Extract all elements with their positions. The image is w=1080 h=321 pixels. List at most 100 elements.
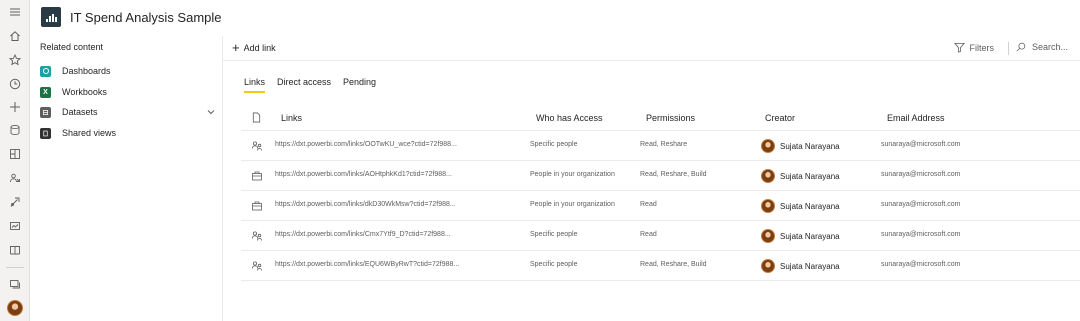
excel-workbook-icon: X xyxy=(40,86,51,98)
left-nav-rail xyxy=(0,0,30,321)
table-row[interactable]: https://dxt.powerbi.com/links/dkD30WkMsw… xyxy=(241,191,1080,221)
who-has-access: People in your organization xyxy=(530,171,615,178)
favorites-icon[interactable] xyxy=(5,50,25,70)
search-icon xyxy=(1016,42,1026,52)
table-row[interactable]: https://dxt.powerbi.com/links/EQU6WByRwT… xyxy=(241,251,1080,281)
tab-links[interactable]: Links xyxy=(244,77,266,93)
deployment-icon[interactable] xyxy=(5,192,25,212)
shared-view-icon xyxy=(40,127,51,139)
email-address: sunaraya@microsoft.com xyxy=(881,171,961,178)
avatar xyxy=(761,199,775,213)
people-link-icon xyxy=(251,260,263,272)
filters-label: Filters xyxy=(969,42,995,53)
column-header-creator[interactable]: Creator xyxy=(765,113,795,123)
avatar xyxy=(761,229,775,243)
who-has-access: Specific people xyxy=(530,141,578,148)
learn-icon[interactable] xyxy=(5,240,25,260)
shared-icon[interactable] xyxy=(5,168,25,188)
search-placeholder: Search... xyxy=(1031,42,1068,52)
creator: Sujata Narayana xyxy=(761,229,840,243)
related-item-label: Workbooks xyxy=(62,87,107,97)
link-url[interactable]: https://dxt.powerbi.com/links/dkD30WkMsw… xyxy=(275,201,456,208)
email-address: sunaraya@microsoft.com xyxy=(881,231,961,238)
who-has-access: Specific people xyxy=(530,231,578,238)
email-address: sunaraya@microsoft.com xyxy=(881,201,961,208)
permissions: Read, Reshare xyxy=(640,141,688,148)
rail-divider xyxy=(6,267,24,268)
metrics-icon[interactable] xyxy=(5,216,25,236)
column-header-permissions[interactable]: Permissions xyxy=(646,113,695,123)
creator-name: Sujata Narayana xyxy=(780,171,840,181)
creator: Sujata Narayana xyxy=(761,139,840,153)
column-header-links[interactable]: Links xyxy=(281,113,302,123)
link-url[interactable]: https://dxt.powerbi.com/links/Cmx7Ytf9_D… xyxy=(275,231,451,238)
filters-button[interactable]: Filters xyxy=(953,42,995,53)
home-icon[interactable] xyxy=(5,26,25,46)
creator-name: Sujata Narayana xyxy=(780,261,840,271)
add-link-button[interactable]: + Add link xyxy=(232,40,276,55)
avatar xyxy=(761,169,775,183)
creator-name: Sujata Narayana xyxy=(780,141,840,151)
hamburger-icon[interactable] xyxy=(5,2,25,22)
table-header: Links Who has Access Permissions Creator… xyxy=(241,104,1080,131)
filter-icon xyxy=(953,42,965,53)
plus-icon: + xyxy=(232,40,240,55)
creator: Sujata Narayana xyxy=(761,169,840,183)
column-header-who-has-access[interactable]: Who has Access xyxy=(536,113,603,123)
email-address: sunaraya@microsoft.com xyxy=(881,261,961,268)
related-item-datasets[interactable]: Datasets xyxy=(40,103,216,121)
apps-icon[interactable] xyxy=(5,144,25,164)
organization-icon xyxy=(251,200,263,212)
link-url[interactable]: https://dxt.powerbi.com/links/EQU6WByRwT… xyxy=(275,261,459,268)
command-bar: + Add link Filters Search... xyxy=(223,36,1080,61)
add-link-label: Add link xyxy=(243,42,276,53)
link-url[interactable]: https://dxt.powerbi.com/links/AOHtphkKd1… xyxy=(275,171,452,178)
avatar xyxy=(761,139,775,153)
organization-icon xyxy=(251,170,263,182)
permissions: Read, Reshare, Build xyxy=(640,261,707,268)
permissions: Read xyxy=(640,201,657,208)
dataset-icon xyxy=(40,106,51,118)
links-table: Links Who has Access Permissions Creator… xyxy=(241,104,1080,281)
datasets-icon[interactable] xyxy=(5,120,25,140)
email-address: sunaraya@microsoft.com xyxy=(881,141,961,148)
chevron-down-icon[interactable] xyxy=(206,107,216,117)
related-item-label: Shared views xyxy=(62,128,117,138)
creator: Sujata Narayana xyxy=(761,199,840,213)
access-tabs: Links Direct access Pending xyxy=(244,77,388,93)
who-has-access: Specific people xyxy=(530,261,578,268)
avatar xyxy=(7,300,23,316)
create-icon[interactable] xyxy=(5,97,25,117)
page-title: IT Spend Analysis Sample xyxy=(70,10,222,25)
table-row[interactable]: https://dxt.powerbi.com/links/AOHtphkKd1… xyxy=(241,161,1080,191)
who-has-access: People in your organization xyxy=(530,201,615,208)
permissions: Read, Reshare, Build xyxy=(640,171,707,178)
profile-avatar[interactable] xyxy=(5,298,25,318)
related-item-workbooks[interactable]: X Workbooks xyxy=(40,83,216,101)
permissions: Read xyxy=(640,231,657,238)
table-row[interactable]: https://dxt.powerbi.com/links/Cmx7Ytf9_D… xyxy=(241,221,1080,251)
file-icon xyxy=(252,112,261,123)
creator: Sujata Narayana xyxy=(761,259,840,273)
column-header-email-address[interactable]: Email Address xyxy=(887,113,945,123)
related-item-shared-views[interactable]: Shared views xyxy=(40,124,216,142)
avatar xyxy=(761,259,775,273)
people-link-icon xyxy=(251,140,263,152)
related-item-dashboards[interactable]: Dashboards xyxy=(40,62,216,80)
report-icon xyxy=(41,7,61,27)
dashboard-icon xyxy=(40,65,51,77)
tab-pending[interactable]: Pending xyxy=(343,77,376,93)
related-content-title: Related content xyxy=(40,42,104,52)
link-url[interactable]: https://dxt.powerbi.com/links/OOTwKU_wce… xyxy=(275,141,457,148)
creator-name: Sujata Narayana xyxy=(780,201,840,211)
creator-name: Sujata Narayana xyxy=(780,231,840,241)
people-link-icon xyxy=(251,230,263,242)
related-content-panel: Related content Dashboards X Workbooks D… xyxy=(30,36,223,321)
tab-direct-access[interactable]: Direct access xyxy=(277,77,331,93)
workspaces-icon[interactable] xyxy=(5,274,25,294)
page-header: IT Spend Analysis Sample xyxy=(30,0,1080,36)
table-row[interactable]: https://dxt.powerbi.com/links/OOTwKU_wce… xyxy=(241,131,1080,161)
recent-icon[interactable] xyxy=(5,74,25,94)
search-input[interactable]: Search... xyxy=(1016,42,1068,52)
toolbar-divider xyxy=(1008,42,1009,55)
